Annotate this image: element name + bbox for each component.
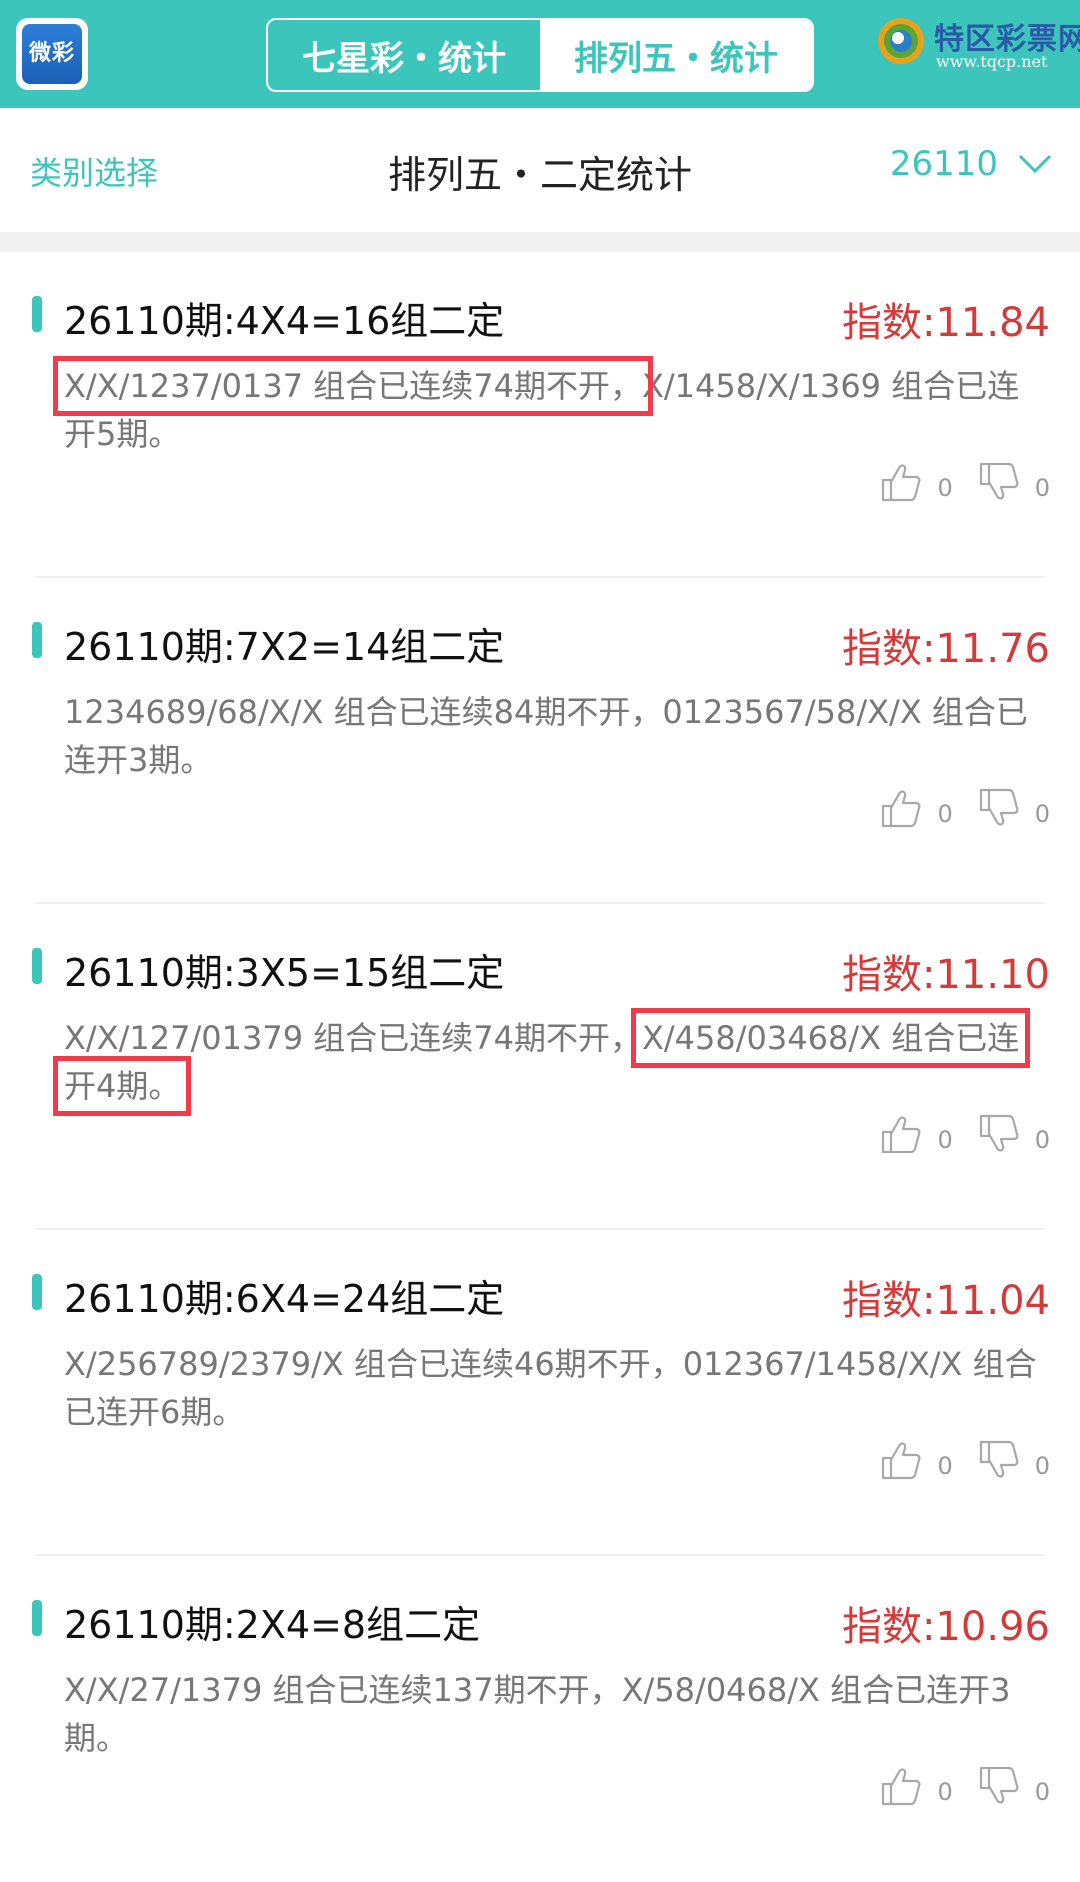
- like-button[interactable]: 0: [879, 786, 953, 830]
- description-part: X/256789/2379/X 组合已连续46期不开，: [64, 1345, 683, 1383]
- stat-card: 26110期:4X4=16组二定 指数:11.84 X/X/1237/0137 …: [0, 252, 1080, 578]
- vote-bar: 0 0: [855, 1438, 1050, 1482]
- vote-bar: 0 0: [855, 1764, 1050, 1808]
- brand-swirl-icon: [878, 18, 924, 64]
- thumbs-up-icon: [882, 790, 921, 828]
- like-count: 0: [937, 474, 953, 502]
- card-index: 指数:11.76: [842, 626, 1050, 672]
- description-part: X/X/127/01379 组合已连续74期不开，: [64, 1019, 642, 1057]
- thumbs-up-icon: [882, 464, 921, 502]
- stat-card: 26110期:2X4=8组二定 指数:10.96 X/X/27/1379 组合已…: [0, 1556, 1080, 1882]
- card-title: 26110期:7X2=14组二定: [64, 625, 505, 669]
- card-index: 指数:11.04: [842, 1278, 1050, 1324]
- like-button[interactable]: 0: [879, 1764, 953, 1808]
- card-title: 26110期:6X4=24组二定: [64, 1277, 505, 1321]
- description-part: 1234689/68/X/X 组合已连续84期不开，: [64, 693, 663, 731]
- thumbs-up-icon: [882, 1116, 921, 1154]
- dislike-count: 0: [1034, 800, 1050, 828]
- card-description: X/X/27/1379 组合已连续137期不开，X/58/0468/X 组合已连…: [64, 1666, 1048, 1762]
- card-index: 指数:10.96: [842, 1604, 1050, 1650]
- brand-url: www.tqcp.net: [936, 52, 1048, 71]
- tab-pailiewu-stats[interactable]: 排列五・统计: [540, 20, 812, 90]
- like-count: 0: [937, 1452, 953, 1480]
- dislike-button[interactable]: 0: [977, 786, 1050, 830]
- dislike-button[interactable]: 0: [977, 1764, 1050, 1808]
- tab-qixingcai-stats[interactable]: 七星彩・统计: [268, 20, 540, 90]
- like-count: 0: [937, 800, 953, 828]
- card-accent-bar: [32, 948, 42, 984]
- card-description: X/X/127/01379 组合已连续74期不开，X/458/03468/X 组…: [52, 1008, 1048, 1116]
- card-title: 26110期:3X5=15组二定: [64, 951, 505, 995]
- chevron-down-icon: [1018, 154, 1052, 174]
- stat-card: 26110期:3X5=15组二定 指数:11.10 X/X/127/01379 …: [0, 904, 1080, 1230]
- like-button[interactable]: 0: [879, 460, 953, 504]
- issue-dropdown[interactable]: 26110: [890, 144, 1052, 184]
- thumbs-down-icon: [979, 462, 1019, 500]
- like-button[interactable]: 0: [879, 1112, 953, 1156]
- card-index: 指数:11.84: [842, 300, 1050, 346]
- stat-card: 26110期:6X4=24组二定 指数:11.04 X/256789/2379/…: [0, 1230, 1080, 1556]
- dislike-count: 0: [1034, 1126, 1050, 1154]
- thumbs-down-icon: [979, 788, 1019, 826]
- thumbs-down-icon: [979, 1114, 1019, 1152]
- dislike-count: 0: [1034, 1778, 1050, 1806]
- thumbs-down-icon: [979, 1440, 1019, 1478]
- vote-bar: 0 0: [855, 1112, 1050, 1156]
- vote-bar: 0 0: [855, 460, 1050, 504]
- thumbs-up-icon: [882, 1768, 921, 1806]
- card-accent-bar: [32, 622, 42, 658]
- brand-logo: 特区彩票网 www.tqcp.net: [876, 6, 1080, 72]
- card-index: 指数:11.10: [842, 952, 1050, 998]
- stat-card: 26110期:7X2=14组二定 指数:11.76 1234689/68/X/X…: [0, 578, 1080, 904]
- dislike-button[interactable]: 0: [977, 1438, 1050, 1482]
- like-count: 0: [937, 1126, 953, 1154]
- card-accent-bar: [32, 296, 42, 332]
- card-description: X/X/1237/0137 组合已连续74期不开，X/1458/X/1369 组…: [53, 356, 1048, 458]
- app-logo[interactable]: 微彩: [16, 18, 88, 90]
- card-title: 26110期:2X4=8组二定: [64, 1603, 481, 1647]
- thumbs-up-icon: [882, 1442, 921, 1480]
- card-accent-bar: [32, 1274, 42, 1310]
- card-title: 26110期:4X4=16组二定: [64, 299, 505, 343]
- section-gap: [0, 232, 1080, 252]
- card-accent-bar: [32, 1600, 42, 1636]
- vote-bar: 0 0: [855, 786, 1050, 830]
- dislike-button[interactable]: 0: [977, 1112, 1050, 1156]
- dislike-count: 0: [1034, 474, 1050, 502]
- thumbs-down-icon: [979, 1766, 1019, 1804]
- lottery-tab-switcher: 七星彩・统计 排列五・统计: [266, 18, 814, 92]
- like-button[interactable]: 0: [879, 1438, 953, 1482]
- sub-header: 类别选择 排列五・二定统计 26110: [0, 108, 1080, 232]
- highlight-box: X/X/1237/0137 组合已连续74期不开，: [53, 356, 653, 416]
- like-count: 0: [937, 1778, 953, 1806]
- dislike-button[interactable]: 0: [977, 460, 1050, 504]
- issue-number: 26110: [889, 144, 998, 184]
- dislike-count: 0: [1034, 1452, 1050, 1480]
- description-part: X/X/27/1379 组合已连续137期不开，: [64, 1671, 622, 1709]
- top-bar: 微彩 七星彩・统计 排列五・统计 特区彩票网 www.tqcp.net: [0, 0, 1080, 108]
- card-description: 1234689/68/X/X 组合已连续84期不开，0123567/58/X/X…: [64, 688, 1048, 784]
- category-select-button[interactable]: 类别选择: [30, 148, 158, 194]
- app-logo-text: 微彩: [22, 24, 82, 84]
- card-description: X/256789/2379/X 组合已连续46期不开，012367/1458/X…: [64, 1340, 1048, 1436]
